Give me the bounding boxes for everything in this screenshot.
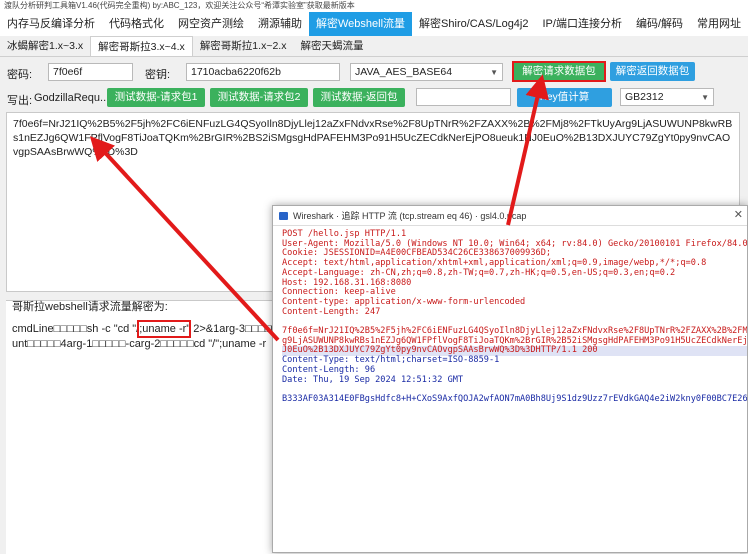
test-response-button[interactable]: 测试数据-返回包 bbox=[313, 88, 405, 107]
test-request1-button[interactable]: 测试数据-请求包1 bbox=[107, 88, 205, 107]
write-value: GodzillaRequ... bbox=[34, 92, 110, 104]
sub-tab-bar: 冰蝎解密1.x~3.x 解密哥斯拉3.x~4.x 解密哥斯拉1.x~2.x 解密天蝎流… bbox=[0, 36, 748, 57]
decrypt-button-highlight-box bbox=[512, 61, 606, 82]
key-label: 密钥: bbox=[145, 69, 171, 81]
result-heading: 哥斯拉webshell请求流量解密为: bbox=[12, 301, 168, 313]
mode-select-value: JAVA_AES_BASE64 bbox=[355, 66, 453, 78]
key-calc-button[interactable]: Key值计算 bbox=[517, 88, 612, 107]
menu-item[interactable]: 常用网址 bbox=[690, 12, 748, 36]
password-label: 密码: bbox=[7, 69, 33, 81]
charset-select-value: GB2312 bbox=[625, 91, 664, 103]
http-request-line: Content-Length: 247 bbox=[282, 306, 381, 317]
menu-item[interactable]: 解密Webshell流量 bbox=[309, 12, 413, 36]
http-stream-content[interactable]: POST /hello.jsp HTTP/1.1 User-Agent: Mozi… bbox=[273, 229, 748, 405]
http-response-line: Date: Thu, 19 Sep 2024 12:51:32 GMT bbox=[282, 374, 464, 385]
main-menu-bar: 内存马反编译分析 代码格式化 网空资产测绘 溯源辅助 解密Webshell流量 解密Shi… bbox=[0, 12, 748, 37]
sub-tab[interactable]: 解密哥斯拉3.x~4.x bbox=[90, 36, 193, 56]
close-icon[interactable]: ✕ bbox=[734, 208, 743, 221]
menu-item[interactable]: 代码格式化 bbox=[102, 12, 171, 36]
wireshark-follow-stream-window: Wireshark · 追踪 HTTP 流 (tcp.stream eq 46)… bbox=[272, 205, 748, 553]
wireshark-fin-icon bbox=[279, 212, 288, 220]
chevron-down-icon: ▼ bbox=[701, 93, 709, 102]
sub-tab[interactable]: 冰蝎解密1.x~3.x bbox=[0, 36, 90, 56]
write-label: 写出: bbox=[7, 95, 33, 107]
menu-item[interactable]: 编码/解码 bbox=[629, 12, 690, 36]
chevron-down-icon: ▼ bbox=[490, 68, 498, 77]
mode-select[interactable]: JAVA_AES_BASE64 ▼ bbox=[350, 63, 503, 81]
decrypt-response-button[interactable]: 解密返回数据包 bbox=[610, 62, 695, 81]
sub-tab[interactable]: 解密天蝎流量 bbox=[293, 36, 370, 56]
menu-item[interactable]: 网空资产测绘 bbox=[171, 12, 251, 36]
key-input[interactable]: 1710acba6220f62b bbox=[186, 63, 340, 81]
menu-item[interactable]: 溯源辅助 bbox=[251, 12, 309, 36]
password-input[interactable]: 7f0e6f bbox=[48, 63, 133, 81]
wireshark-title-text: Wireshark · 追踪 HTTP 流 (tcp.stream eq 46)… bbox=[293, 211, 527, 221]
menu-item[interactable]: IP/端口连接分析 bbox=[536, 12, 629, 36]
menu-item[interactable]: 内存马反编译分析 bbox=[0, 12, 102, 36]
menu-item[interactable]: 解密Shiro/CAS/Log4j2 bbox=[412, 12, 535, 36]
http-response-body: B333AF03A314E0FBgsHdfc8+H+CXoS9AxfQOJA2w… bbox=[282, 393, 748, 404]
sub-tab[interactable]: 解密哥斯拉1.x~2.x bbox=[193, 36, 294, 56]
uname-highlight-box bbox=[137, 320, 191, 338]
key-calc-input[interactable] bbox=[416, 88, 511, 106]
test-request2-button[interactable]: 测试数据-请求包2 bbox=[210, 88, 308, 107]
window-title: 渡队分析研判工具箱V1.46(代码完全重构) by:ABC_123，欢迎关注公众… bbox=[0, 0, 748, 12]
decrypted-line-2: unt□□□□□4arg-1□□□□□-carg-2□□□□□cd "/";un… bbox=[12, 338, 267, 350]
charset-select[interactable]: GB2312 ▼ bbox=[620, 88, 714, 106]
wireshark-title: Wireshark · 追踪 HTTP 流 (tcp.stream eq 46)… bbox=[273, 206, 747, 226]
